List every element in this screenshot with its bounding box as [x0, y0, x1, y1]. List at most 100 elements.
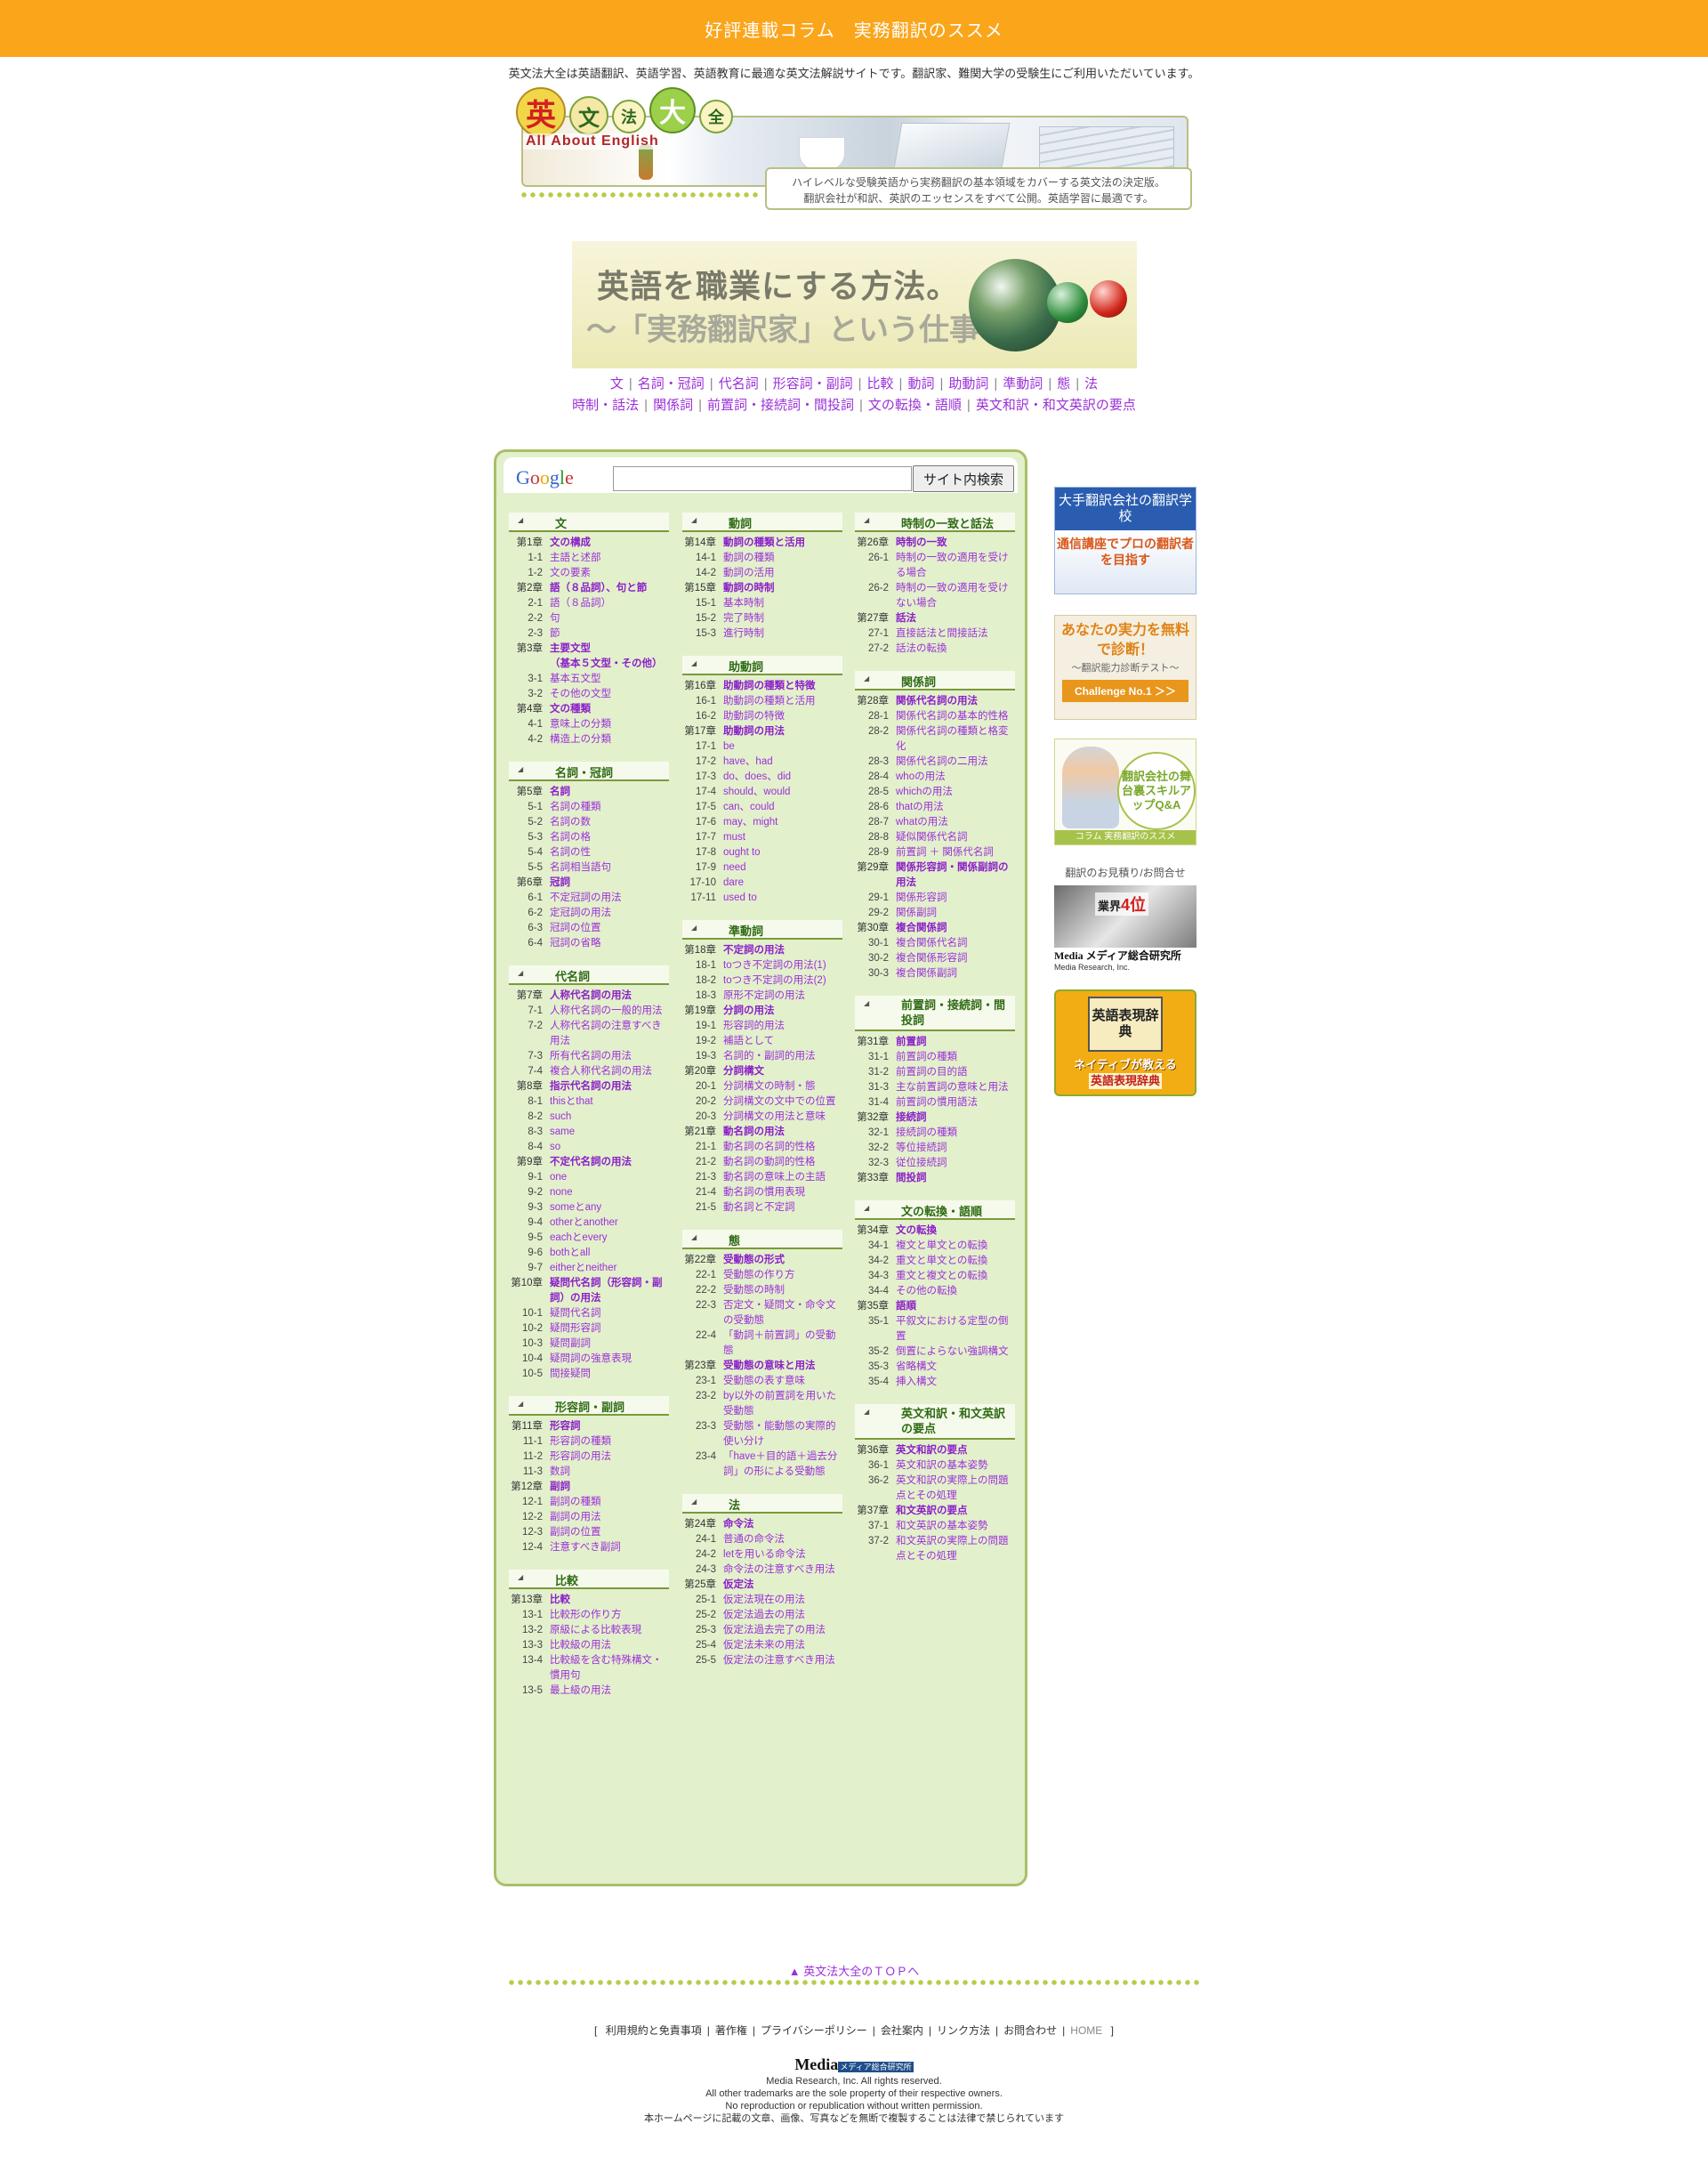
subsection-link[interactable]: 話法の転換	[896, 642, 1015, 657]
subsection-link[interactable]: used to	[723, 891, 842, 906]
subsection-link[interactable]: 原級による比較表現	[550, 1623, 669, 1638]
chapter-link[interactable]: 助動詞の種類と特徴	[723, 679, 842, 694]
expression-dictionary-ad[interactable]: 英語表現辞典 ネイティブが教える 英語表現辞典	[1054, 989, 1196, 1096]
chapter-link[interactable]: 文の構成	[550, 536, 669, 551]
subsection-link[interactable]: 前置詞の慣用語法	[896, 1095, 1015, 1110]
subsection-link[interactable]: someとany	[550, 1200, 669, 1215]
section-title[interactable]: 法	[729, 1496, 740, 1513]
subsection-link[interactable]: 等位接続詞	[896, 1141, 1015, 1156]
chapter-link[interactable]: 命令法	[723, 1517, 842, 1532]
skill-test-ad[interactable]: あなたの実力を無料で診断！ 〜翻訳能力診断テスト〜 Challenge No.1…	[1054, 615, 1196, 720]
chapter-link[interactable]: 助動詞の用法	[723, 724, 842, 739]
subsection-link[interactable]: その他の転換	[896, 1284, 1015, 1299]
subsection-link[interactable]: 動名詞の動詞的性格	[723, 1155, 842, 1170]
subsection-link[interactable]: 分詞構文の用法と意味	[723, 1110, 842, 1125]
subsection-link[interactable]: 省略構文	[896, 1360, 1015, 1375]
subsection-link[interactable]: 人称代名詞の注意すべき用法	[550, 1019, 669, 1049]
subsection-link[interactable]: toつき不定詞の用法(1)	[723, 958, 842, 973]
subsection-link[interactable]: letを用いる命令法	[723, 1547, 842, 1562]
nav-link[interactable]: 法	[1084, 376, 1098, 392]
chapter-link[interactable]: 不定代名詞の用法	[550, 1155, 669, 1170]
subsection-link[interactable]: 完了時制	[723, 611, 842, 626]
chapter-link[interactable]: 分詞構文	[723, 1064, 842, 1079]
subsection-link[interactable]: 数詞	[550, 1465, 669, 1480]
subsection-link[interactable]: 仮定法現在の用法	[723, 1593, 842, 1608]
subsection-link[interactable]: dare	[723, 876, 842, 891]
promo-banner[interactable]: 英語を職業にする方法。 〜「実務翻訳家」という仕事〜	[572, 241, 1137, 368]
subsection-link[interactable]: 冠詞の位置	[550, 921, 669, 936]
subsection-link[interactable]: 基本五文型	[550, 672, 669, 687]
chapter-link[interactable]: 文の転換	[896, 1223, 1015, 1239]
top-banner[interactable]: 好評連載コラム 実務翻訳のススメ	[0, 0, 1708, 57]
footer-link[interactable]: リンク方法	[937, 2024, 990, 2037]
subsection-link[interactable]: 名詞的・副詞的用法	[723, 1049, 842, 1064]
site-logo[interactable]: 英 文 法 大 全	[516, 87, 733, 137]
subsection-link[interactable]: 和文英訳の基本姿勢	[896, 1519, 1015, 1534]
subsection-link[interactable]: 進行時制	[723, 626, 842, 642]
subsection-link[interactable]: 形容詞の種類	[550, 1434, 669, 1449]
subsection-link[interactable]: thisとthat	[550, 1094, 669, 1110]
subsection-link[interactable]: 複文と単文との転換	[896, 1239, 1015, 1254]
search-input[interactable]	[613, 466, 912, 491]
subsection-link[interactable]: 複合人称代名詞の用法	[550, 1064, 669, 1079]
subsection-link[interactable]: 疑問代名詞	[550, 1306, 669, 1321]
subsection-link[interactable]: must	[723, 830, 842, 845]
subsection-link[interactable]: 語（８品詞）	[550, 596, 669, 611]
subsection-link[interactable]: 名詞の性	[550, 845, 669, 860]
nav-link[interactable]: 名詞・冠詞	[638, 376, 705, 392]
subsection-link[interactable]: such	[550, 1110, 669, 1125]
chapter-link[interactable]: 前置詞	[896, 1035, 1015, 1050]
section-title[interactable]: 名詞・冠詞	[555, 763, 613, 780]
nav-link[interactable]: 関係詞	[653, 398, 693, 413]
subsection-link[interactable]: 疑問副詞	[550, 1336, 669, 1352]
subsection-link[interactable]: 形容詞の用法	[550, 1449, 669, 1465]
challenge-button[interactable]: Challenge No.1 ＞＞	[1062, 680, 1188, 702]
subsection-link[interactable]: 関係代名詞の種類と格変化	[896, 724, 1015, 755]
subsection-link[interactable]: 否定文・疑問文・命令文の受動態	[723, 1298, 842, 1328]
subsection-link[interactable]: 助動詞の特徴	[723, 709, 842, 724]
subsection-link[interactable]: 和文英訳の実際上の問題点とその処理	[896, 1534, 1015, 1564]
section-title[interactable]: 関係詞	[901, 673, 936, 690]
subsection-link[interactable]: eachとevery	[550, 1231, 669, 1246]
chapter-link[interactable]: 形容詞	[550, 1419, 669, 1434]
subsection-link[interactable]: can、could	[723, 800, 842, 815]
subsection-link[interactable]: eitherとneither	[550, 1261, 669, 1276]
subsection-link[interactable]: 「動詞＋前置詞」の受動態	[723, 1328, 842, 1359]
nav-link[interactable]: 文の転換・語順	[868, 398, 962, 413]
subsection-link[interactable]: その他の文型	[550, 687, 669, 702]
subsection-link[interactable]: 間接疑問	[550, 1367, 669, 1382]
subsection-link[interactable]: 動名詞の慣用表現	[723, 1185, 842, 1200]
chapter-link[interactable]: 和文英訳の要点	[896, 1504, 1015, 1519]
subsection-link[interactable]: do、does、did	[723, 770, 842, 785]
subsection-link[interactable]: 基本時制	[723, 596, 842, 611]
subsection-link[interactable]: 倒置によらない強調構文	[896, 1344, 1015, 1360]
subsection-link[interactable]: 動名詞の意味上の主語	[723, 1170, 842, 1185]
subsection-link[interactable]: 比較級の用法	[550, 1638, 669, 1653]
nav-link[interactable]: 助動詞	[948, 376, 988, 392]
subsection-link[interactable]: 分詞構文の時制・態	[723, 1079, 842, 1094]
subsection-link[interactable]: 受動態の表す意味	[723, 1374, 842, 1389]
chapter-link[interactable]: 比較	[550, 1593, 669, 1608]
subsection-link[interactable]: 前置詞 ＋ 関係代名詞	[896, 845, 1015, 860]
chapter-link[interactable]: 関係形容詞・関係副詞の用法	[896, 860, 1015, 891]
footer-link[interactable]: 著作権	[715, 2024, 747, 2037]
subsection-link[interactable]: 関係副詞	[896, 906, 1015, 921]
subsection-link[interactable]: 副詞の種類	[550, 1495, 669, 1510]
subsection-link[interactable]: 重文と単文との転換	[896, 1254, 1015, 1269]
chapter-link[interactable]: 副詞	[550, 1480, 669, 1495]
subsection-link[interactable]: 従位接続詞	[896, 1156, 1015, 1171]
footer-link[interactable]: 会社案内	[881, 2024, 923, 2037]
subsection-link[interactable]: 冠詞の省略	[550, 936, 669, 951]
section-title[interactable]: 前置詞・接続詞・間投詞	[901, 997, 1008, 1028]
subsection-link[interactable]: 直接話法と間接話法	[896, 626, 1015, 642]
subsection-link[interactable]: 受動態の時制	[723, 1283, 842, 1298]
chapter-link[interactable]: 語順	[896, 1299, 1015, 1314]
chapter-link[interactable]: 語（８品詞）、句と節	[550, 581, 669, 596]
subsection-link[interactable]: 仮定法過去完了の用法	[723, 1623, 842, 1638]
subsection-link[interactable]: 最上級の用法	[550, 1684, 669, 1699]
nav-link[interactable]: 態	[1057, 376, 1070, 392]
footer-link[interactable]: お問合わせ	[1003, 2024, 1057, 2037]
subsection-link[interactable]: need	[723, 860, 842, 876]
nav-link[interactable]: 文	[610, 376, 624, 392]
subsection-link[interactable]: 助動詞の種類と活用	[723, 694, 842, 709]
